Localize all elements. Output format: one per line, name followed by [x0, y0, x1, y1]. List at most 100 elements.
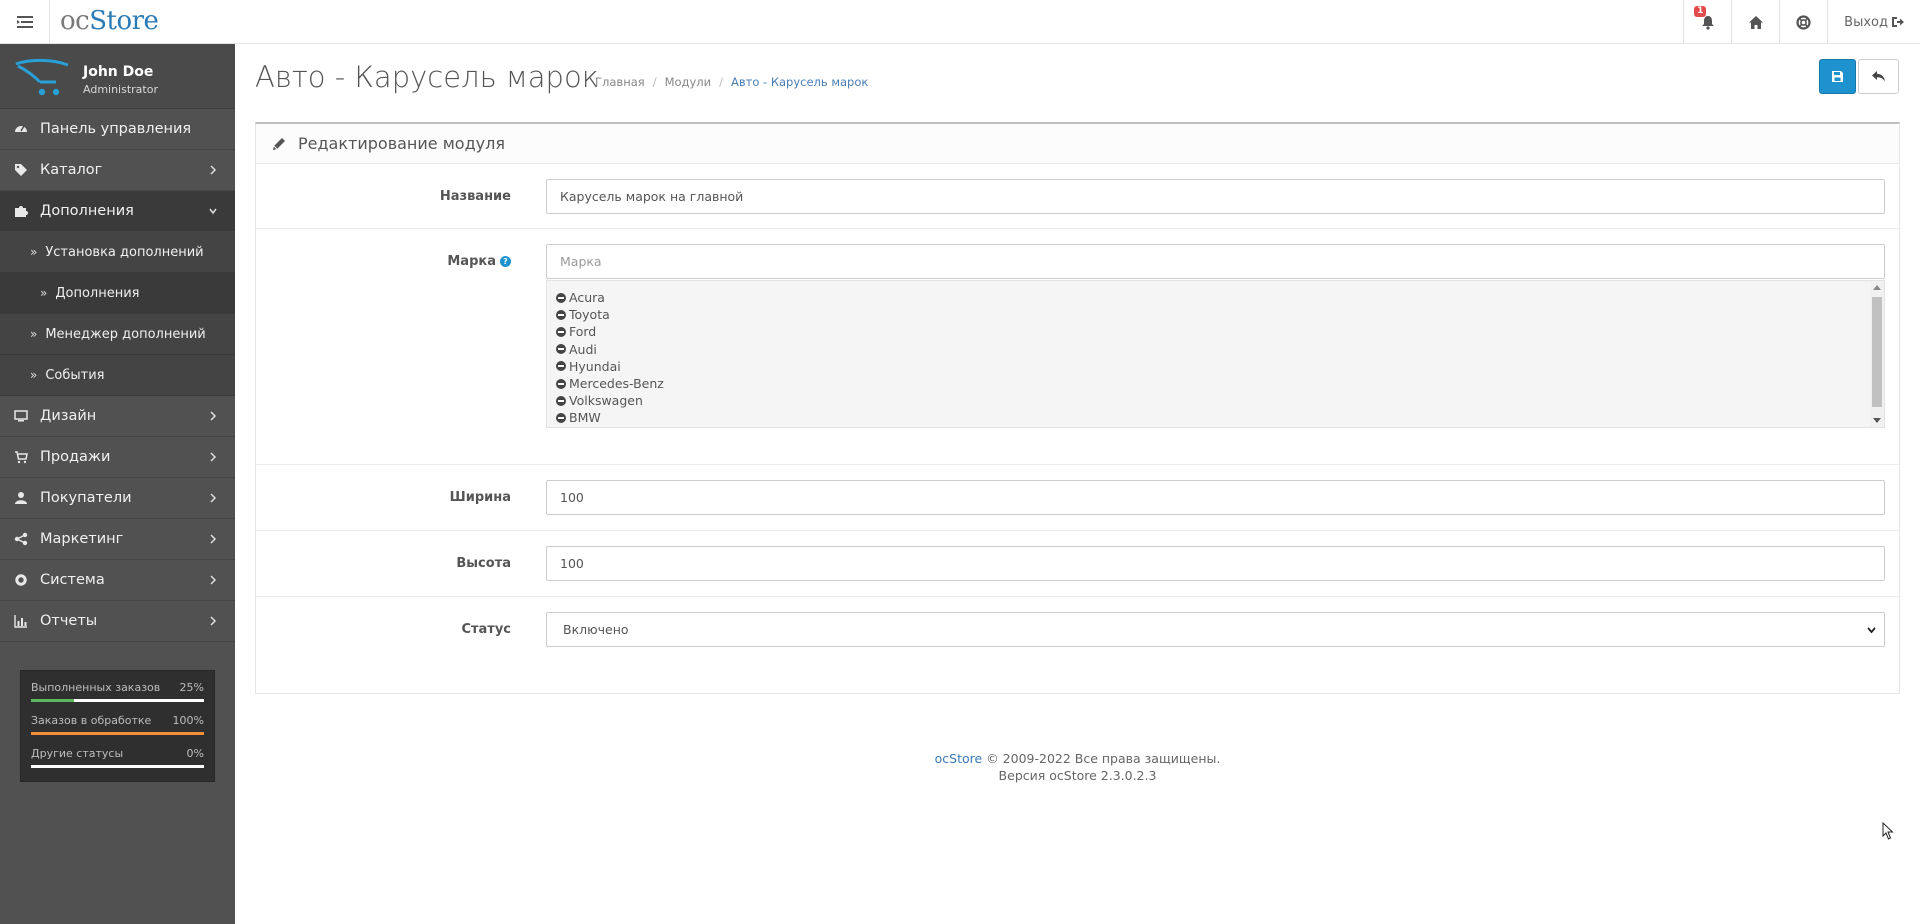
height-input[interactable] — [546, 546, 1885, 581]
remove-circle-icon[interactable] — [556, 326, 566, 337]
sidebar-item-extensions[interactable]: Дополнения — [0, 191, 235, 232]
sidebar-item-label: Дизайн — [40, 408, 97, 424]
puzzle-icon — [15, 206, 28, 217]
sidebar-item-dashboard[interactable]: Панель управления — [0, 109, 235, 150]
sidebar-item-label: Продажи — [40, 449, 111, 465]
sidebar-item-customers[interactable]: Покупатели — [0, 478, 235, 519]
remove-circle-icon[interactable] — [556, 344, 566, 355]
remove-circle-icon[interactable] — [556, 309, 566, 320]
order-stats-box: Выполненных заказов 25% Заказов в обрабо… — [20, 670, 215, 782]
sign-out-icon — [1892, 17, 1904, 27]
sidebar: John Doe Administrator Панель управления… — [0, 44, 235, 924]
notifications-button[interactable]: 1 — [1683, 0, 1731, 44]
sidebar-subitem-manager[interactable]: » Менеджер дополнений — [0, 314, 235, 355]
chevron-right-icon — [210, 575, 217, 585]
sidebar-item-label: Отчеты — [40, 613, 98, 629]
sidebar-item-reports[interactable]: Отчеты — [0, 601, 235, 642]
sidebar-subitem-events[interactable]: » События — [0, 355, 235, 396]
sidebar-item-system[interactable]: Система — [0, 560, 235, 601]
status-label: Статус — [461, 622, 511, 637]
stat-value: 100% — [172, 714, 204, 727]
double-angle-icon: » — [40, 286, 48, 300]
remove-circle-icon[interactable] — [556, 395, 566, 406]
breadcrumb-modules[interactable]: Модули — [665, 75, 712, 89]
main-content: Авто - Карусель марок Главная / Модули /… — [235, 44, 1920, 924]
sidebar-item-label: Дополнения — [40, 203, 134, 219]
sidebar-item-marketing[interactable]: Маркетинг — [0, 519, 235, 560]
status-select[interactable]: Включено — [546, 612, 1885, 647]
sidebar-item-label: Менеджер дополнений — [45, 326, 206, 342]
sidebar-item-label: Панель управления — [40, 121, 192, 137]
sidebar-subitem-extensions[interactable]: » Дополнения — [0, 273, 235, 314]
stat-processing: Заказов в обработке 100% — [31, 712, 204, 745]
footer-brand-link[interactable]: ocStore — [935, 751, 983, 766]
home-button[interactable] — [1731, 0, 1779, 44]
form-row-height: Высота — [256, 531, 1899, 597]
remove-circle-icon[interactable] — [556, 292, 566, 303]
breadcrumb-separator: / — [652, 75, 657, 89]
breadcrumb-home[interactable]: Главная — [595, 75, 645, 89]
logo[interactable]: ocStore — [60, 6, 159, 36]
back-button[interactable] — [1858, 59, 1899, 94]
name-label: Название — [439, 189, 511, 204]
tags-icon — [15, 164, 27, 176]
stat-value: 25% — [179, 681, 204, 694]
scroll-up-arrow-icon[interactable] — [1873, 285, 1881, 290]
edit-module-panel: Редактирование модуля Название Марка ? A… — [255, 122, 1900, 694]
bar-chart-icon — [14, 615, 27, 628]
pencil-icon — [273, 137, 285, 150]
breadcrumb-current[interactable]: Авто - Карусель марок — [731, 75, 868, 89]
sidebar-item-label: Система — [40, 572, 105, 588]
logout-label: Выход — [1844, 14, 1888, 30]
brand-item: Acura — [556, 289, 1875, 306]
sidebar-item-catalog[interactable]: Каталог — [0, 150, 235, 191]
scroll-thumb[interactable] — [1872, 297, 1882, 407]
chevron-right-icon — [210, 493, 217, 503]
sidebar-item-label: Каталог — [40, 162, 103, 178]
panel-heading: Редактирование модуля — [256, 124, 1899, 164]
sidebar-subitem-install[interactable]: » Установка дополнений — [0, 232, 235, 273]
remove-circle-icon[interactable] — [556, 361, 566, 372]
brand-list-scrollbar[interactable] — [1870, 281, 1884, 427]
save-button[interactable] — [1819, 59, 1856, 94]
stat-progress-bar — [31, 765, 204, 768]
sidebar-item-label: Установка дополнений — [45, 244, 204, 260]
width-label: Ширина — [449, 490, 511, 505]
stat-progress-fill — [31, 699, 75, 702]
menu-toggle-button[interactable] — [0, 0, 50, 44]
dashboard-icon — [15, 125, 27, 132]
stat-label: Заказов в обработке — [31, 714, 152, 727]
top-header: ocStore 1 Выход — [0, 0, 1920, 44]
avatar — [15, 58, 69, 96]
stat-progress-fill — [31, 732, 204, 735]
user-profile[interactable]: John Doe Administrator — [0, 44, 235, 109]
remove-circle-icon[interactable] — [556, 378, 566, 389]
height-label: Высота — [456, 556, 511, 571]
name-input[interactable] — [546, 179, 1885, 214]
footer-copyright: © 2009-2022 Все права защищены. — [982, 751, 1221, 766]
stat-label: Выполненных заказов — [31, 681, 161, 694]
panel-title: Редактирование модуля — [298, 134, 505, 153]
support-button[interactable] — [1779, 0, 1827, 44]
sidebar-item-sales[interactable]: Продажи — [0, 437, 235, 478]
cog-icon — [15, 574, 27, 586]
status-selected-value: Включено — [563, 622, 629, 637]
home-icon — [1748, 15, 1763, 29]
help-icon[interactable]: ? — [500, 256, 511, 267]
form-row-brand: Марка ? Acura Toyota Ford Audi Hyundai M… — [256, 229, 1899, 465]
remove-circle-icon[interactable] — [556, 412, 566, 423]
sidebar-item-label: Маркетинг — [40, 531, 124, 547]
sidebar-item-design[interactable]: Дизайн — [0, 396, 235, 437]
scroll-down-arrow-icon[interactable] — [1873, 418, 1881, 423]
menu-icon — [16, 16, 33, 28]
sidebar-item-label: Дополнения — [55, 285, 140, 301]
form-row-name: Название — [256, 164, 1899, 229]
chevron-right-icon — [210, 616, 217, 626]
logout-button[interactable]: Выход — [1827, 0, 1920, 44]
sidebar-item-label: Покупатели — [40, 490, 132, 506]
user-name: John Doe — [83, 64, 154, 80]
brand-autocomplete-input[interactable] — [546, 244, 1885, 279]
width-input[interactable] — [546, 480, 1885, 515]
page-title: Авто - Карусель марок — [255, 60, 599, 94]
footer: ocStore © 2009-2022 Все права защищены. … — [235, 750, 1920, 784]
